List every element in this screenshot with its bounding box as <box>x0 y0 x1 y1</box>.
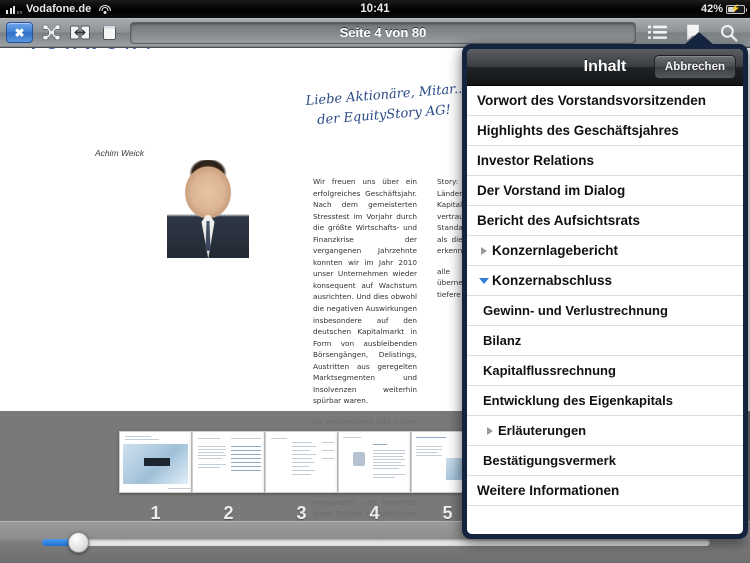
disclosure-expanded[interactable] <box>477 277 490 284</box>
popover-title: Inhalt <box>583 58 627 75</box>
chevron-right-icon[interactable] <box>486 426 493 435</box>
toc-item-label: Bericht des Aufsichtsrats <box>477 213 641 228</box>
toc-item-10[interactable]: Entwicklung des Eigenkapitals <box>467 386 743 416</box>
toc-item-label: Investor Relations <box>477 153 595 168</box>
toc-item-label: Konzernlagebericht <box>492 243 619 258</box>
toc-item-label: Kapitalflussrechnung <box>483 363 616 378</box>
thumbnail-page-4[interactable] <box>338 431 411 493</box>
toc-item-4[interactable]: Bericht des Aufsichtsrats <box>467 206 743 236</box>
popover-arrow <box>684 32 714 45</box>
toc-item-label: Highlights des Geschäftsjahres <box>477 123 679 138</box>
portrait-photo <box>167 160 249 258</box>
single-page-icon[interactable] <box>98 23 120 43</box>
toc-item-2[interactable]: Investor Relations <box>467 146 743 176</box>
search-magnifier-icon[interactable] <box>718 23 740 43</box>
cancel-button[interactable]: Abbrechen <box>653 55 736 79</box>
disclosure-collapsed[interactable] <box>483 426 496 435</box>
toc-item-11[interactable]: Erläuterungen <box>467 416 743 446</box>
toc-list-filler <box>467 506 743 534</box>
toc-item-label: Der Vorstand im Dialog <box>477 183 626 198</box>
list-contents-icon[interactable] <box>646 23 668 43</box>
status-bar: Vodafone.de 10:41 42% ⚡ <box>0 0 750 18</box>
fit-to-screen-icon[interactable] <box>40 23 62 43</box>
disclosure-collapsed[interactable] <box>477 246 490 255</box>
toc-item-1[interactable]: Highlights des Geschäftsjahres <box>467 116 743 146</box>
toc-item-label: Gewinn- und Verlustrechnung <box>483 303 668 318</box>
toc-item-label: Bestätigungsvermerk <box>483 453 616 468</box>
toc-item-label: Bilanz <box>483 333 522 348</box>
toc-item-7[interactable]: Gewinn- und Verlustrechnung <box>467 296 743 326</box>
two-page-spread-icon[interactable] <box>69 23 91 43</box>
byline-caption: Achim Weick <box>95 148 144 158</box>
toc-item-5[interactable]: Konzernlagebericht <box>467 236 743 266</box>
thumbnail-page-3[interactable] <box>265 431 338 493</box>
scrubber-knob[interactable] <box>68 532 89 553</box>
page-scrubber[interactable] <box>42 532 710 553</box>
toc-item-label: Weitere Informationen <box>477 483 620 498</box>
close-button[interactable]: ✖ <box>6 22 33 43</box>
popover-inner: Inhalt Abbrechen Vorwort des Vorstandsvo… <box>467 49 743 534</box>
contents-popover: Inhalt Abbrechen Vorwort des Vorstandsvo… <box>462 32 748 539</box>
toc-item-label: Konzernabschluss <box>492 273 613 288</box>
toc-item-0[interactable]: Vorwort des Vorstandsvorsitzenden <box>467 86 743 116</box>
thumbnail-page-1[interactable] <box>119 431 192 493</box>
toc-item-9[interactable]: Kapitalflussrechnung <box>467 356 743 386</box>
thumbnail-page-2[interactable] <box>192 431 265 493</box>
body-paragraph: Wir freuen uns über ein erfolgreiches Ge… <box>313 177 417 406</box>
battery-charging-icon: ⚡ <box>726 4 747 14</box>
toc-item-3[interactable]: Der Vorstand im Dialog <box>467 176 743 206</box>
toc-item-8[interactable]: Bilanz <box>467 326 743 356</box>
toc-item-label: Entwicklung des Eigenkapitals <box>483 393 673 408</box>
popover-header: Inhalt Abbrechen <box>467 49 743 86</box>
toc-item-13[interactable]: Weitere Informationen <box>467 476 743 506</box>
toc-item-12[interactable]: Bestätigungsvermerk <box>467 446 743 476</box>
toolbar-left-group: ✖ <box>6 22 120 43</box>
toc-item-6[interactable]: Konzernabschluss <box>467 266 743 296</box>
chevron-down-icon[interactable] <box>478 277 489 284</box>
chevron-right-icon[interactable] <box>480 246 487 255</box>
status-clock: 10:41 <box>360 3 390 15</box>
toc-item-label: Vorwort des Vorstandsvorsitzenden <box>477 93 707 108</box>
toc-item-label: Erläuterungen <box>498 423 587 438</box>
table-of-contents-list[interactable]: Vorwort des Vorstandsvorsitzenden Highlig… <box>467 86 743 534</box>
page-title: Seite 4 von 80 <box>339 25 427 40</box>
handwritten-salutation: Liebe Aktionäre, Mitar... der EquityStor… <box>305 78 483 132</box>
page-title-heading: VORWORT <box>28 48 160 54</box>
page-title-field: Seite 4 von 80 <box>130 21 636 44</box>
